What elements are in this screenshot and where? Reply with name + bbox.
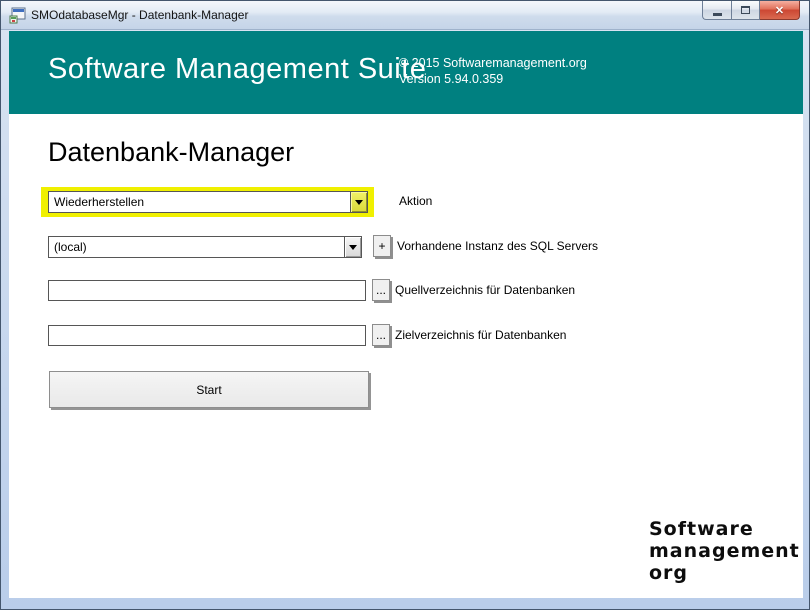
copyright-text: © 2015 Softwaremanagement.org: [399, 55, 587, 71]
maximize-button[interactable]: [731, 1, 760, 20]
version-text: Version 5.94.0.359: [399, 71, 587, 87]
action-combobox-value: Wiederherstellen: [54, 195, 144, 209]
start-button[interactable]: Start: [49, 371, 369, 408]
action-label: Aktion: [399, 194, 432, 208]
suite-header: Software Management Suite © 2015 Softwar…: [9, 31, 803, 114]
app-icon: [9, 7, 26, 24]
minimize-button[interactable]: [702, 1, 731, 20]
close-icon: ✕: [775, 4, 784, 17]
minimize-icon: [713, 13, 722, 16]
target-directory-input[interactable]: [48, 325, 366, 346]
chevron-down-icon: [349, 245, 357, 254]
title-bar[interactable]: SMOdatabaseMgr - Datenbank-Manager ✕: [1, 1, 809, 30]
instance-label: Vorhandene Instanz des SQL Servers: [397, 239, 598, 253]
softwaremanagement-logo: Software management org: [649, 518, 800, 584]
chevron-down-icon: [355, 200, 363, 209]
add-instance-button[interactable]: +: [373, 235, 391, 257]
window-controls: ✕: [702, 1, 800, 20]
app-window: SMOdatabaseMgr - Datenbank-Manager ✕ Sof…: [0, 0, 810, 610]
page-title: Datenbank-Manager: [48, 137, 294, 168]
target-directory-label: Zielverzeichnis für Datenbanken: [395, 328, 566, 342]
action-dropdown-button[interactable]: [350, 192, 367, 212]
logo-line-3: org: [649, 562, 800, 584]
source-directory-label: Quellverzeichnis für Datenbanken: [395, 283, 575, 297]
browse-target-button[interactable]: ...: [372, 324, 390, 346]
suite-title: Software Management Suite: [48, 53, 426, 86]
action-combobox[interactable]: Wiederherstellen: [48, 191, 368, 213]
instance-combobox[interactable]: (local): [48, 236, 362, 258]
close-button[interactable]: ✕: [760, 1, 800, 20]
logo-line-1: Software: [649, 518, 800, 540]
logo-line-2: management: [649, 540, 800, 562]
source-directory-input[interactable]: [48, 280, 366, 301]
instance-combobox-value: (local): [54, 240, 87, 254]
instance-dropdown-button[interactable]: [344, 237, 361, 257]
browse-source-button[interactable]: ...: [372, 279, 390, 301]
client-area: [9, 31, 803, 598]
window-title: SMOdatabaseMgr - Datenbank-Manager: [31, 8, 248, 22]
header-meta: © 2015 Softwaremanagement.org Version 5.…: [399, 55, 587, 87]
maximize-icon: [741, 6, 750, 14]
